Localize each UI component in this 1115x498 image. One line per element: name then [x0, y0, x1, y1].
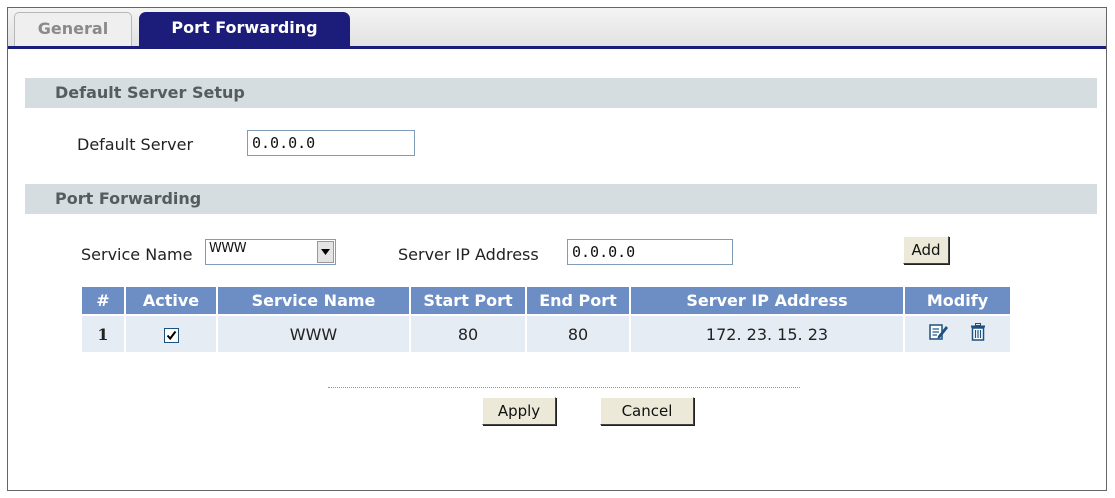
add-button[interactable]: Add — [903, 236, 949, 264]
apply-button[interactable]: Apply — [482, 397, 556, 425]
chevron-down-icon[interactable] — [317, 241, 334, 263]
table-header-row: # Active Service Name Start Port End Por… — [82, 287, 1010, 314]
port-forwarding-table: # Active Service Name Start Port End Por… — [80, 285, 1012, 354]
default-server-label: Default Server — [77, 135, 194, 154]
service-name-select[interactable]: WWW — [205, 239, 336, 265]
active-checkbox[interactable] — [163, 327, 179, 343]
column-header-modify: Modify — [905, 287, 1010, 314]
row-end-port: 80 — [527, 316, 629, 352]
divider — [328, 387, 800, 388]
column-header-index: # — [82, 287, 124, 314]
default-server-input[interactable]: 0.0.0.0 — [247, 130, 415, 156]
server-ip-label: Server IP Address — [398, 245, 539, 264]
tab-port-forwarding[interactable]: Port Forwarding — [139, 12, 350, 46]
row-server-ip: 172. 23. 15. 23 — [631, 316, 903, 352]
server-ip-input[interactable]: 0.0.0.0 — [567, 239, 733, 265]
table-row: 1 WWW 80 80 172. 23. 15. 23 — [82, 316, 1010, 352]
row-modify-cell — [905, 316, 1010, 352]
section-default-server-setup: Default Server Setup — [25, 78, 1097, 108]
column-header-active: Active — [126, 287, 216, 314]
service-name-value: WWW — [209, 241, 247, 256]
column-header-end-port: End Port — [527, 287, 629, 314]
checkmark-icon — [166, 330, 176, 340]
cancel-button[interactable]: Cancel — [600, 397, 694, 425]
row-service-name: WWW — [218, 316, 409, 352]
column-header-server-ip: Server IP Address — [631, 287, 903, 314]
tab-general[interactable]: General — [14, 12, 132, 46]
section-port-forwarding: Port Forwarding — [25, 184, 1097, 214]
row-start-port: 80 — [411, 316, 525, 352]
page-frame: General Port Forwarding Default Server S… — [7, 7, 1107, 491]
tab-bar: General Port Forwarding — [8, 8, 1106, 49]
row-index: 1 — [82, 316, 124, 352]
row-active-cell — [126, 316, 216, 352]
edit-icon[interactable] — [929, 323, 949, 345]
column-header-service-name: Service Name — [218, 287, 409, 314]
column-header-start-port: Start Port — [411, 287, 525, 314]
service-name-label: Service Name — [81, 245, 193, 264]
trash-icon[interactable] — [970, 323, 986, 345]
